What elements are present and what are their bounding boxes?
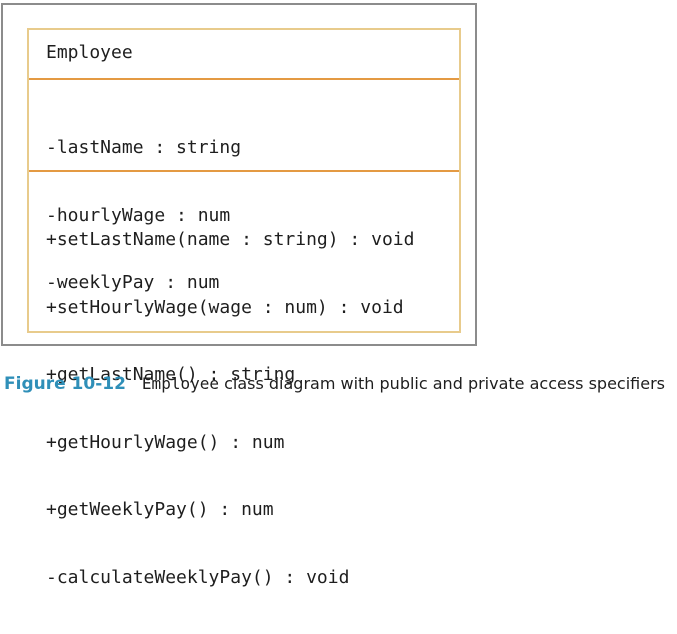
uml-class-box: Employee -lastName : string -hourlyWage … xyxy=(27,28,461,588)
method-get-hourly-wage: +getHourlyWage() : num xyxy=(46,431,285,453)
caption-class-ref: Employee xyxy=(141,374,219,393)
class-name: Employee xyxy=(46,42,133,63)
method-get-weekly-pay: +getWeeklyPay() : num xyxy=(46,499,274,520)
figure-frame: Employee -lastName : string -hourlyWage … xyxy=(1,3,477,588)
caption-label: Figure 10-12 xyxy=(4,374,126,394)
method-set-last-name: +setLastName(name : string) : void xyxy=(46,229,415,250)
attribute-last-name: -lastName : string xyxy=(46,137,242,158)
method-calculate-weekly-pay: -calculateWeeklyPay() : void xyxy=(46,566,350,588)
class-name-section: Employee xyxy=(29,30,459,78)
methods-section: +setLastName(name : string) : void +setH… xyxy=(29,170,459,588)
caption-text: class diagram with public and private ac… xyxy=(218,374,666,393)
attributes-section: -lastName : string -hourlyWage : num -we… xyxy=(29,78,459,293)
method-set-hourly-wage: +setHourlyWage(wage : num) : void xyxy=(46,296,404,318)
figure-caption: Figure 10-12 Employee class diagram with … xyxy=(4,374,665,394)
